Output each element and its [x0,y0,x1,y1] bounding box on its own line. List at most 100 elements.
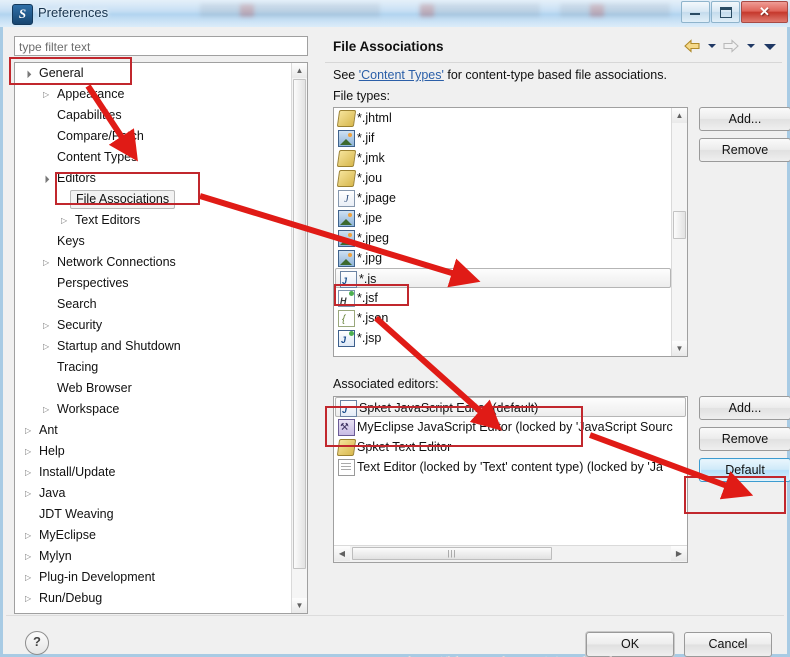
sidebar-item-plug-in-development[interactable]: Plug-in Development [15,567,293,588]
preferences-tree[interactable]: General Appearance Capabilities Compare/Pat… [14,62,308,614]
sidebar-item-label: Tracing [57,360,99,374]
file-type-row[interactable]: *.jpe [334,208,672,228]
tree-vertical-scrollbar[interactable]: ▲ ▼ [291,63,307,613]
scroll-icon [336,439,357,456]
scroll-down-icon[interactable]: ▼ [672,341,687,356]
scroll-left-icon[interactable]: ◀ [334,546,350,561]
sidebar-item-security[interactable]: Security [15,315,293,336]
sidebar-item-workspace[interactable]: Workspace [15,399,293,420]
editors-remove-button[interactable]: Remove [699,427,790,451]
file-type-row[interactable]: *.jsf [334,288,672,311]
sidebar-item-keys[interactable]: Keys [15,231,293,252]
associated-editor-row[interactable]: Spket JavaScript Editor (default) [335,397,686,420]
sidebar-item-java[interactable]: Java [15,483,293,504]
close-button[interactable]: ✕ [741,1,788,23]
sidebar-item-select[interactable]: Select [15,609,293,613]
file-type-row[interactable]: *.jpg [334,248,672,268]
associated-editors-list[interactable]: Spket JavaScript Editor (default) MyEclip… [333,396,688,563]
tree-collapse-arrow-icon[interactable] [25,531,34,540]
scroll-down-icon[interactable]: ▼ [292,598,307,613]
tree-collapse-arrow-icon[interactable] [25,594,34,603]
associated-editors-horizontal-scrollbar[interactable]: ◀ ||| ▶ [334,545,687,562]
file-type-row[interactable]: *.jsp [334,328,672,350]
tree-expand-arrow-icon[interactable] [25,69,34,78]
forward-history-chevron-down-icon[interactable] [745,37,756,55]
sidebar-item-text-editors[interactable]: Text Editors [15,210,293,231]
file-type-row[interactable]: *.js [335,268,671,291]
sidebar-item-myeclipse[interactable]: MyEclipse [15,525,293,546]
file-type-row[interactable]: *.jpage [334,188,672,210]
sidebar-item-compare-patch[interactable]: Compare/Patch [15,126,293,147]
content-types-link[interactable]: 'Content Types' [359,68,444,82]
file-type-row[interactable]: *.jhtml [334,108,672,128]
scroll-up-icon[interactable]: ▲ [292,63,307,78]
sidebar-item-label: Keys [57,234,85,248]
sidebar-item-ant[interactable]: Ant [15,420,293,441]
sidebar-item-editors[interactable]: Editors [15,168,293,189]
sidebar-item-network-connections[interactable]: Network Connections [15,252,293,273]
back-history-chevron-down-icon[interactable] [706,37,717,55]
window-title: Preferences [38,5,109,20]
tree-collapse-arrow-icon[interactable] [43,90,52,99]
sidebar-item-run-debug[interactable]: Run/Debug [15,588,293,609]
tree-collapse-arrow-icon[interactable] [25,489,34,498]
sidebar-item-search[interactable]: Search [15,294,293,315]
scroll-icon [336,170,357,187]
j-doc-icon [338,190,355,210]
sidebar-item-help[interactable]: Help [15,441,293,462]
file-types-remove-button[interactable]: Remove [699,138,790,162]
tree-collapse-arrow-icon[interactable] [25,573,34,582]
scroll-up-icon[interactable]: ▲ [672,108,687,123]
tree-scroll-thumb[interactable] [293,79,306,569]
file-types-rows: *.jhtml *.jif *.jmk *.jou *.jpage *.jpe *.jpeg… [334,108,672,356]
tree-collapse-arrow-icon[interactable] [43,405,52,414]
sidebar-item-general[interactable]: General [15,63,293,84]
tree-collapse-arrow-icon[interactable] [43,342,52,351]
sidebar-item-tracing[interactable]: Tracing [15,357,293,378]
cancel-button[interactable]: Cancel [684,632,772,657]
sidebar-item-web-browser[interactable]: Web Browser [15,378,293,399]
tree-collapse-arrow-icon[interactable] [25,426,34,435]
sidebar-item-file-associations[interactable]: File Associations [15,189,293,210]
associated-editor-row[interactable]: Text Editor (locked by 'Text' content ty… [334,457,687,477]
file-type-row[interactable]: *.jif [334,128,672,148]
sidebar-item-content-types[interactable]: Content Types [15,147,293,168]
tree-collapse-arrow-icon[interactable] [61,216,70,225]
view-menu-chevron-down-icon[interactable] [760,37,780,55]
tree-collapse-arrow-icon[interactable] [43,321,52,330]
file-types-vertical-scrollbar[interactable]: ▲ ▼ [671,108,687,356]
sidebar-item-install-update[interactable]: Install/Update [15,462,293,483]
sidebar-item-jdt-weaving[interactable]: JDT Weaving [15,504,293,525]
sidebar-item-perspectives[interactable]: Perspectives [15,273,293,294]
sidebar-item-capabilities[interactable]: Capabilities [15,105,293,126]
sidebar-item-appearance[interactable]: Appearance [15,84,293,105]
file-type-row[interactable]: *.jpeg [334,228,672,248]
associated-editor-row[interactable]: Spket Text Editor [334,437,687,457]
filter-input[interactable]: type filter text [14,36,308,56]
editors-default-button[interactable]: Default [699,458,790,482]
editors-add-button[interactable]: Add... [699,396,790,420]
sidebar-item-mylyn[interactable]: Mylyn [15,546,293,567]
file-types-list[interactable]: *.jhtml *.jif *.jmk *.jou *.jpage *.jpe *.jpeg… [333,107,688,357]
tree-collapse-arrow-icon[interactable] [43,258,52,267]
file-type-row[interactable]: *.json [334,308,672,330]
tree-expand-arrow-icon[interactable] [43,174,52,183]
file-types-add-button[interactable]: Add... [699,107,790,131]
tree-collapse-arrow-icon[interactable] [25,468,34,477]
help-button[interactable]: ? [25,631,49,655]
sidebar-item-startup-and-shutdown[interactable]: Startup and Shutdown [15,336,293,357]
associated-editor-row[interactable]: MyEclipse JavaScript Editor (locked by '… [334,417,687,438]
scroll-right-icon[interactable]: ▶ [671,546,687,561]
dialog-body: type filter text General Appearance Capabi… [0,27,790,657]
tree-collapse-arrow-icon[interactable] [25,552,34,561]
back-arrow-icon[interactable] [682,37,702,55]
file-types-scroll-thumb[interactable] [673,211,686,239]
minimize-button[interactable] [681,1,710,23]
file-type-row[interactable]: *.jou [334,168,672,188]
assoc-scroll-thumb[interactable]: ||| [352,547,552,560]
associated-editor-row-label: Spket Text Editor [357,440,452,454]
file-type-row[interactable]: *.jmk [334,148,672,168]
tree-collapse-arrow-icon[interactable] [25,447,34,456]
js-icon [340,271,357,291]
maximize-button[interactable] [711,1,740,23]
